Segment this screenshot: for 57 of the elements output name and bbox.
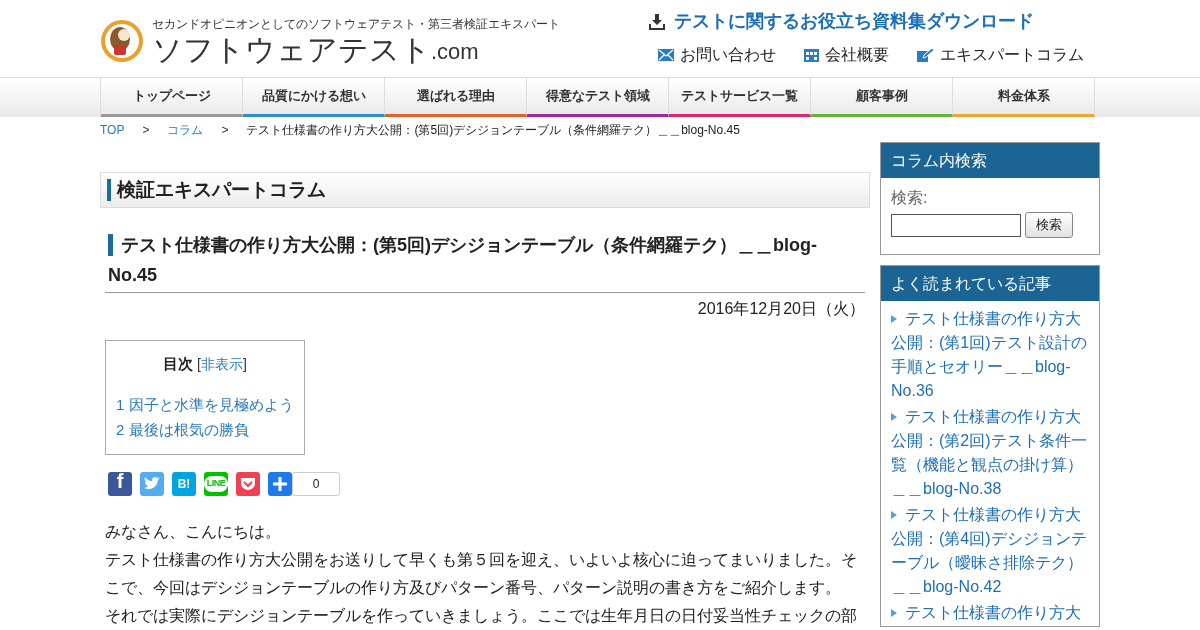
nav-tab[interactable]: 選ばれる理由 [385, 78, 527, 117]
bird-icon [143, 476, 161, 491]
heading-marker [107, 179, 111, 201]
breadcrumb-link[interactable]: コラム [167, 120, 204, 139]
breadcrumb-current: テスト仕様書の作り方大公開：(第5回)デシジョンテーブル（条件網羅テク）＿＿blog-No.45 [246, 121, 740, 139]
building-icon [804, 48, 819, 62]
section-title: 検証エキスパートコラム [117, 177, 326, 202]
article-date: 2016年12月20日（火） [697, 299, 865, 319]
share-count: 0 [292, 471, 340, 496]
nav-tab[interactable]: テストサービス一覧 [669, 78, 811, 117]
paragraph: それでは実際にデシジョンテーブルを作っていきましょう。ここでは生年月日の日付妥当性チェックの部 [105, 605, 858, 626]
widget-title: よく読まれている記事 [881, 266, 1099, 301]
tagline: セカンドオピニオンとしてのソフトウェアテスト・第三者検証エキスパート [152, 15, 560, 33]
bracket: [ [197, 355, 201, 374]
header-link[interactable]: お問い合わせ [658, 43, 776, 67]
popular-article-link[interactable]: テスト仕様書の作り方大公開：(第2回)テスト条件一覧（機能と観点の掛け算）＿＿blog-No.38 [891, 405, 1089, 501]
share-button[interactable] [140, 471, 164, 496]
triangle-icon [891, 413, 897, 421]
triangle-icon [891, 511, 897, 519]
breadcrumb-separator: > [142, 121, 150, 139]
popular-article-link[interactable]: テスト仕様書の作り方大公開：(第1回)テスト設計の手順とセオリー＿＿blog-No.36 [891, 307, 1089, 403]
nav-tab[interactable]: 得意なテスト領域 [527, 78, 669, 117]
mail-icon [658, 49, 674, 61]
toc-link[interactable]: 1 因子と水準を見極めよう [116, 393, 294, 416]
paragraph: テスト仕様書の作り方大公開をお送りして早くも第５回を迎え、いよいよ核心に迫ってまいりました。そこで、今回はデシジョンテーブルの作り方及びパターン番号、パターン説明の書き方をご紹介します。 [105, 549, 858, 598]
toc-toggle-link[interactable]: 非表示 [201, 354, 243, 375]
pocket-icon [240, 476, 256, 491]
search-button[interactable]: 検索 [1025, 212, 1073, 238]
toc-link[interactable]: 2 最後は根気の勝負 [116, 419, 294, 442]
widget-title: コラム内検索 [881, 143, 1099, 178]
breadcrumb-link[interactable]: TOP [100, 120, 125, 139]
bracket: ] [243, 355, 247, 374]
download-link[interactable]: テストに関するお役立ち資料集ダウンロード [648, 8, 1034, 35]
popular-article-link[interactable]: テスト仕様書の作り方大公開：(第4回)デシジョンテーブル（曖昧さ排除テク）＿＿blog-No.42 [891, 503, 1089, 599]
download-icon [648, 12, 666, 31]
pen-icon [917, 47, 934, 63]
share-more-button[interactable] [268, 471, 292, 496]
triangle-icon [891, 315, 897, 323]
header-link[interactable]: 会社概要 [804, 43, 889, 67]
share-button[interactable]: f [108, 471, 132, 496]
logo-icon [100, 18, 144, 63]
nav-tab[interactable]: 顧客事例 [811, 78, 953, 117]
share-button[interactable] [236, 471, 260, 496]
triangle-icon [891, 609, 897, 617]
plus-icon [273, 476, 287, 491]
search-field[interactable] [891, 213, 1021, 237]
paragraph: みなさん、こんにちは。 [105, 521, 282, 542]
popular-article-link[interactable]: テスト仕様書の作り方大 [891, 601, 1089, 625]
header-link[interactable]: エキスパートコラム [917, 43, 1084, 67]
breadcrumb-separator: > [221, 121, 229, 139]
nav-tab[interactable]: 品質にかける想い [243, 78, 385, 117]
logo-text: ソフトウェアテスト [152, 32, 431, 67]
nav-tab[interactable]: 料金体系 [953, 78, 1095, 117]
logo-suffix: .com [431, 37, 479, 66]
toc-title: 目次 [163, 354, 194, 374]
nav-tab[interactable]: トップページ [101, 78, 243, 117]
search-label: 検索: [891, 188, 929, 208]
